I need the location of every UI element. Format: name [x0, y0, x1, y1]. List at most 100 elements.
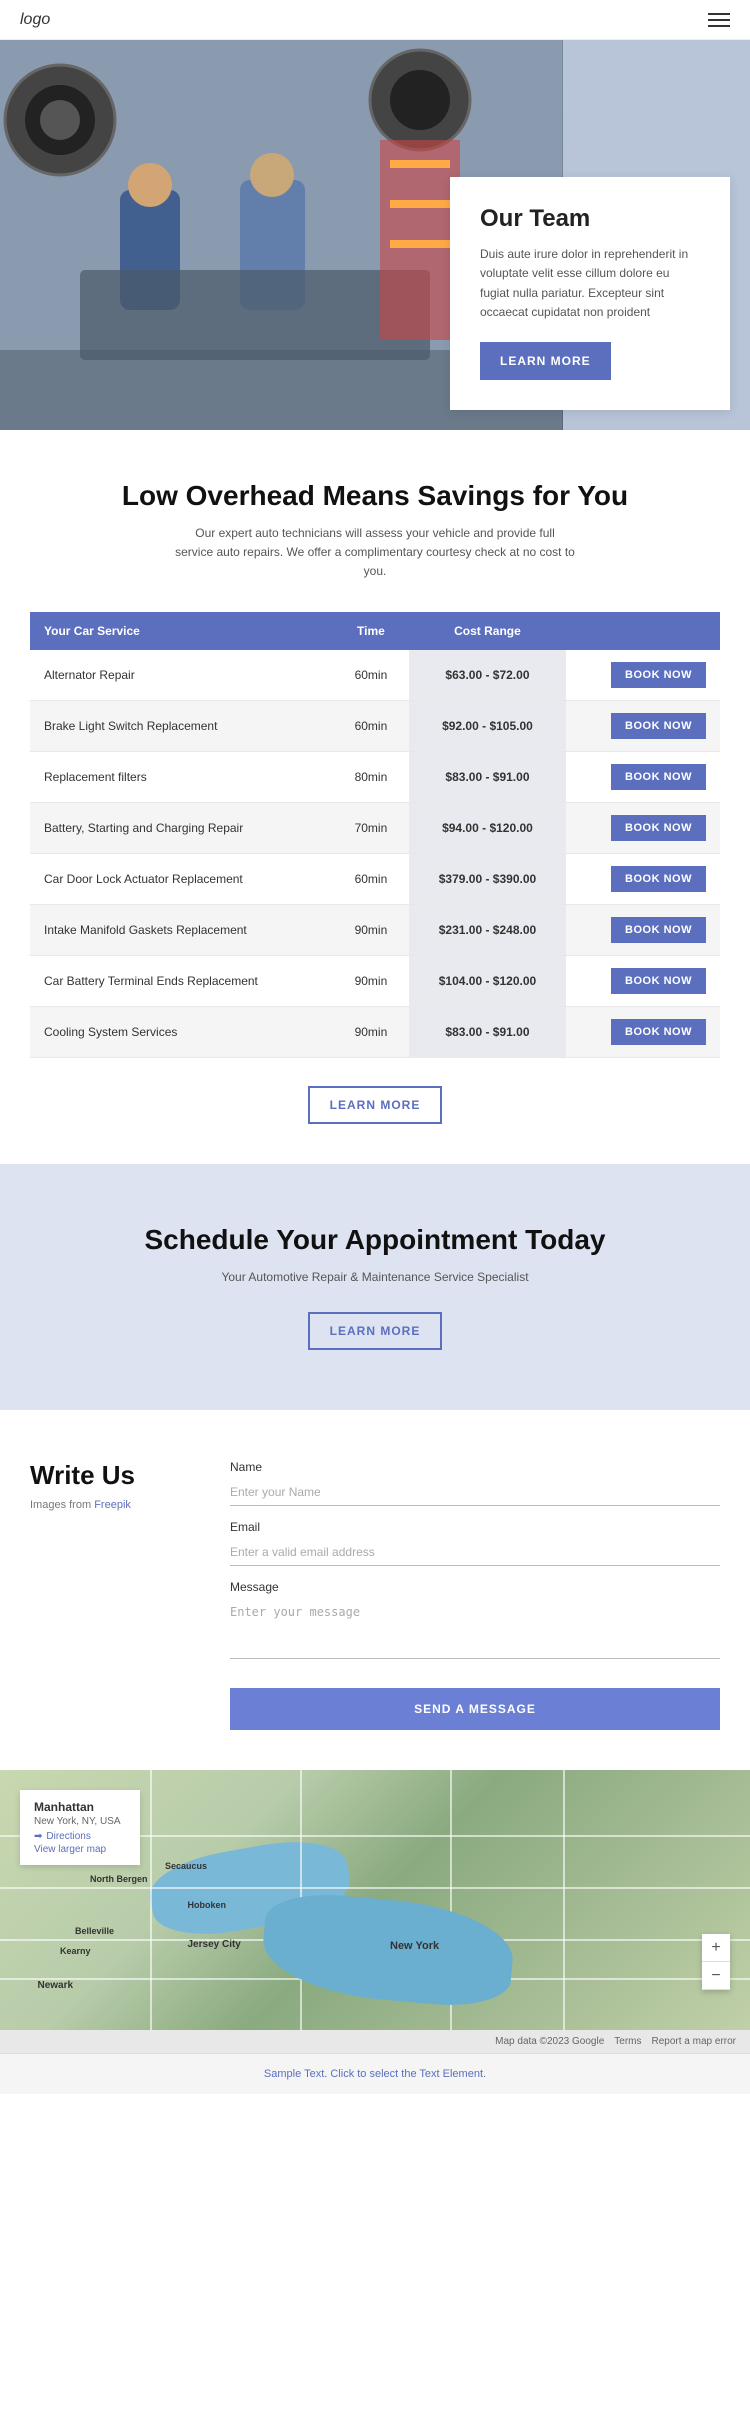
- book-now-button[interactable]: BOOK NOW: [611, 815, 706, 841]
- service-cost: $231.00 - $248.00: [409, 904, 566, 955]
- write-left: Write Us Images from Freepik: [30, 1460, 190, 1511]
- service-name: Car Battery Terminal Ends Replacement: [30, 955, 333, 1006]
- book-cell: BOOK NOW: [566, 700, 720, 751]
- map-directions-link[interactable]: ➡ Directions: [34, 1831, 126, 1842]
- savings-subtitle: Our expert auto technicians will assess …: [175, 524, 575, 582]
- email-label: Email: [230, 1520, 720, 1534]
- map-road: [300, 1770, 302, 2030]
- service-time: 60min: [333, 853, 409, 904]
- map-zoom-out-button[interactable]: −: [702, 1962, 730, 1990]
- service-cost: $83.00 - $91.00: [409, 1006, 566, 1057]
- map-hoboken-label: Hoboken: [188, 1900, 227, 1910]
- name-field-group: Name: [230, 1460, 720, 1506]
- map-newark-label: Newark: [38, 1980, 74, 1991]
- service-cost: $83.00 - $91.00: [409, 751, 566, 802]
- appointment-learn-more-button[interactable]: LEARN MORE: [308, 1312, 443, 1350]
- table-row: Intake Manifold Gaskets Replacement 90mi…: [30, 904, 720, 955]
- book-now-button[interactable]: BOOK NOW: [611, 764, 706, 790]
- service-name: Intake Manifold Gaskets Replacement: [30, 904, 333, 955]
- map-north-bergen-label: North Bergen: [90, 1874, 148, 1884]
- message-label: Message: [230, 1580, 720, 1594]
- map-road: [0, 1887, 750, 1889]
- service-time: 90min: [333, 1006, 409, 1057]
- service-name: Car Door Lock Actuator Replacement: [30, 853, 333, 904]
- freepik-note: Images from Freepik: [30, 1499, 190, 1511]
- book-now-button[interactable]: BOOK NOW: [611, 917, 706, 943]
- email-field-group: Email: [230, 1520, 720, 1566]
- map-road: [0, 1939, 750, 1941]
- header: logo: [0, 0, 750, 40]
- service-time: 90min: [333, 955, 409, 1006]
- map-larger-link[interactable]: View larger map: [34, 1844, 126, 1855]
- map-zoom-in-button[interactable]: +: [702, 1934, 730, 1962]
- appointment-section: Schedule Your Appointment Today Your Aut…: [0, 1164, 750, 1410]
- menu-button[interactable]: [708, 13, 730, 27]
- services-learn-more-button[interactable]: LEARN MORE: [308, 1086, 443, 1124]
- book-cell: BOOK NOW: [566, 650, 720, 701]
- email-input[interactable]: [230, 1539, 720, 1566]
- book-cell: BOOK NOW: [566, 1006, 720, 1057]
- hero-title: Our Team: [480, 205, 700, 233]
- send-message-button[interactable]: SEND A MESSAGE: [230, 1688, 720, 1730]
- contact-form: Name Email Message SEND A MESSAGE: [230, 1460, 720, 1730]
- book-now-button[interactable]: BOOK NOW: [611, 866, 706, 892]
- col-header-service: Your Car Service: [30, 612, 333, 650]
- col-header-action: [566, 612, 720, 650]
- map-jersey-city-label: Jersey City: [188, 1939, 241, 1950]
- directions-arrow-icon: ➡: [34, 1831, 42, 1842]
- service-cost: $379.00 - $390.00: [409, 853, 566, 904]
- book-cell: BOOK NOW: [566, 955, 720, 1006]
- savings-section: Low Overhead Means Savings for You Our e…: [0, 430, 750, 1164]
- appointment-subtitle: Your Automotive Repair & Maintenance Ser…: [30, 1270, 720, 1284]
- service-time: 60min: [333, 700, 409, 751]
- map-info-box: Manhattan New York, NY, USA ➡ Directions…: [20, 1790, 140, 1865]
- book-now-button[interactable]: BOOK NOW: [611, 1019, 706, 1045]
- hero-learn-more-button[interactable]: LEARN MORE: [480, 342, 611, 380]
- service-name: Cooling System Services: [30, 1006, 333, 1057]
- map-kearny-label: Kearny: [60, 1946, 91, 1956]
- freepik-link[interactable]: Freepik: [94, 1499, 131, 1511]
- map-address: New York, NY, USA: [34, 1816, 126, 1827]
- service-cost: $104.00 - $120.00: [409, 955, 566, 1006]
- savings-title: Low Overhead Means Savings for You: [30, 480, 720, 512]
- message-input[interactable]: [230, 1599, 720, 1659]
- service-name: Brake Light Switch Replacement: [30, 700, 333, 751]
- services-table: Your Car Service Time Cost Range Alterna…: [30, 612, 720, 1058]
- map-section: New York Belleville Kearny Newark Secauc…: [0, 1770, 750, 2030]
- col-header-time: Time: [333, 612, 409, 650]
- map-footer: Map data ©2023 Google Terms Report a map…: [0, 2030, 750, 2053]
- logo: logo: [20, 11, 50, 29]
- map-secaucus-label: Secaucus: [165, 1861, 207, 1871]
- name-input[interactable]: [230, 1479, 720, 1506]
- map-road: [0, 1978, 750, 1980]
- map-terms[interactable]: Terms: [614, 2036, 641, 2047]
- write-section: Write Us Images from Freepik Name Email …: [0, 1410, 750, 1770]
- table-row: Battery, Starting and Charging Repair 70…: [30, 802, 720, 853]
- service-cost: $92.00 - $105.00: [409, 700, 566, 751]
- book-now-button[interactable]: BOOK NOW: [611, 662, 706, 688]
- appointment-title: Schedule Your Appointment Today: [30, 1224, 720, 1256]
- table-row: Cooling System Services 90min $83.00 - $…: [30, 1006, 720, 1057]
- table-row: Alternator Repair 60min $63.00 - $72.00 …: [30, 650, 720, 701]
- footer-text[interactable]: Sample Text. Click to select the Text El…: [264, 2068, 486, 2080]
- map-road: [150, 1770, 152, 2030]
- map-city: Manhattan: [34, 1800, 126, 1814]
- service-name: Alternator Repair: [30, 650, 333, 701]
- map-road: [563, 1770, 565, 2030]
- table-row: Brake Light Switch Replacement 60min $92…: [30, 700, 720, 751]
- map-zoom-controls: + −: [702, 1934, 730, 1990]
- table-footer: LEARN MORE: [30, 1086, 720, 1124]
- book-now-button[interactable]: BOOK NOW: [611, 713, 706, 739]
- service-time: 70min: [333, 802, 409, 853]
- service-cost: $94.00 - $120.00: [409, 802, 566, 853]
- map-report[interactable]: Report a map error: [652, 2036, 736, 2047]
- book-cell: BOOK NOW: [566, 853, 720, 904]
- hero-section: Our Team Duis aute irure dolor in repreh…: [0, 40, 750, 430]
- book-cell: BOOK NOW: [566, 904, 720, 955]
- col-header-cost: Cost Range: [409, 612, 566, 650]
- hero-description: Duis aute irure dolor in reprehenderit i…: [480, 245, 700, 322]
- book-now-button[interactable]: BOOK NOW: [611, 968, 706, 994]
- message-field-group: Message: [230, 1580, 720, 1664]
- table-row: Car Door Lock Actuator Replacement 60min…: [30, 853, 720, 904]
- write-title: Write Us: [30, 1460, 190, 1491]
